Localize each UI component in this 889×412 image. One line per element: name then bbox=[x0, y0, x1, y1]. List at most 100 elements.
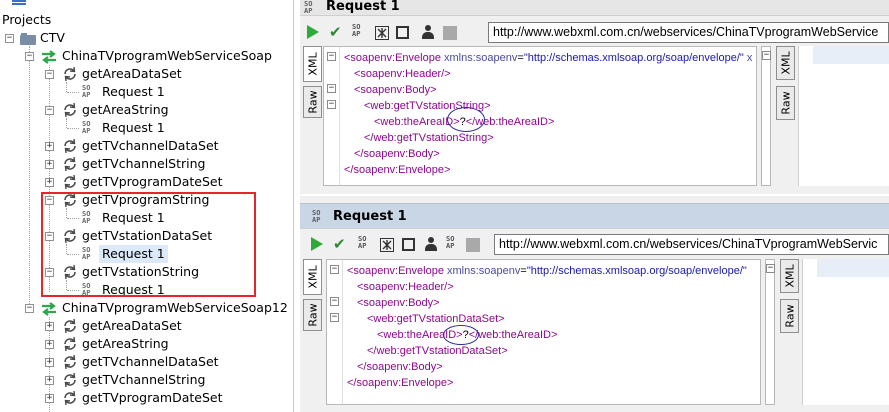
stop-icon[interactable] bbox=[466, 238, 480, 252]
tree-node-request[interactable]: SO AP Request 1 bbox=[0, 281, 290, 299]
tree-node-operation[interactable]: + getTVchannelString bbox=[0, 155, 290, 173]
endpoint-url-field[interactable]: http://www.webxml.com.cn/webservices/Chi… bbox=[494, 234, 889, 255]
tree-node-request[interactable]: SO AP Request 1 bbox=[0, 119, 290, 137]
panel-separator[interactable] bbox=[300, 196, 889, 203]
tree-node-operation[interactable]: − getAreaString bbox=[0, 101, 290, 119]
tree-node-operation[interactable]: + getTVchannelString bbox=[0, 371, 290, 389]
expand-icon[interactable]: + bbox=[45, 142, 54, 151]
user-agent-icon[interactable] bbox=[425, 237, 437, 251]
code-line: </web:getTVstationString> bbox=[364, 132, 494, 144]
operation-refresh-icon bbox=[64, 102, 76, 118]
collapse-icon[interactable]: − bbox=[25, 52, 34, 61]
collapse-icon[interactable]: − bbox=[45, 268, 54, 277]
operation-refresh-icon bbox=[64, 228, 76, 244]
tree-node-project[interactable]: − CTV bbox=[0, 29, 290, 47]
response-editor[interactable] bbox=[802, 259, 889, 405]
stop-icon[interactable] bbox=[443, 26, 457, 40]
tab-raw[interactable]: Raw bbox=[303, 86, 322, 118]
response-tab-raw[interactable]: Raw bbox=[776, 86, 795, 120]
tree-node-request[interactable]: SO AP Request 1 bbox=[0, 245, 290, 263]
create-default-icon[interactable] bbox=[375, 26, 389, 40]
tree-node-interface[interactable]: − ChinaTVprogramWebServiceSoap bbox=[0, 47, 290, 65]
editor-splitter[interactable]: − bbox=[765, 259, 775, 405]
validate-check-icon[interactable]: ✔ bbox=[329, 24, 345, 40]
tree-node-operation[interactable]: + getAreaDataSet bbox=[0, 317, 290, 335]
fold-icon[interactable]: − bbox=[330, 313, 339, 322]
tab-xml[interactable]: XML bbox=[303, 46, 322, 82]
tab-xml[interactable]: XML bbox=[303, 259, 322, 295]
tab-xml-label: XML bbox=[306, 52, 319, 76]
operation-label: getTVstationString bbox=[82, 264, 200, 279]
endpoint-url-field[interactable]: http://www.webxml.com.cn/webservices/Chi… bbox=[488, 22, 889, 43]
tree-node-operation[interactable]: + getTVchannelDataSet bbox=[0, 137, 290, 155]
request-title-bar[interactable]: SO AP Request 1 bbox=[300, 0, 889, 16]
response-tab-raw[interactable]: Raw bbox=[780, 299, 799, 333]
operation-label: getTVchannelDataSet bbox=[82, 354, 219, 369]
soap-icon: SO AP bbox=[312, 209, 321, 224]
expand-icon[interactable]: + bbox=[45, 340, 54, 349]
tree-node-operation[interactable]: − getTVstationDataSet bbox=[0, 227, 290, 245]
code-line: <soapenv:Envelope xmlns:soapenv="http://… bbox=[344, 52, 753, 64]
response-tab-xml[interactable]: XML bbox=[780, 259, 799, 293]
request-editor-2: SO AP Request 1 ✔ SO AP SO AP http://www.we… bbox=[300, 203, 889, 412]
xml-editor[interactable]: − − − <soapenv:Envelope xmlns:soapenv="h… bbox=[326, 259, 761, 405]
fold-icon[interactable]: − bbox=[327, 52, 336, 61]
request-label: Request 1 bbox=[102, 210, 165, 225]
tree-node-operation[interactable]: + getAreaString bbox=[0, 335, 290, 353]
tree-node-operation[interactable]: − getTVstationString bbox=[0, 263, 290, 281]
user-agent-icon[interactable] bbox=[422, 25, 434, 39]
tree-node-request[interactable]: SO AP Request 1 bbox=[0, 209, 290, 227]
response-tab-label: Raw bbox=[779, 91, 792, 115]
submit-request-play-icon[interactable] bbox=[311, 237, 323, 251]
operation-label: getTVprogramDateSet bbox=[82, 174, 223, 189]
collapse-icon[interactable]: − bbox=[25, 304, 34, 313]
collapse-icon[interactable]: − bbox=[45, 196, 54, 205]
request-title-bar[interactable]: SO AP Request 1 bbox=[300, 203, 889, 229]
soap-action-icon[interactable]: SO AP bbox=[352, 24, 368, 40]
collapse-icon[interactable]: − bbox=[45, 106, 54, 115]
fold-icon[interactable]: − bbox=[762, 51, 771, 60]
tree-node-request[interactable]: SO AP Request 1 bbox=[0, 83, 290, 101]
expand-icon[interactable]: + bbox=[45, 322, 54, 331]
tree-node-operation[interactable]: − getAreaDataSet bbox=[0, 65, 290, 83]
expand-icon[interactable]: + bbox=[45, 178, 54, 187]
expand-icon[interactable]: + bbox=[45, 376, 54, 385]
collapse-icon[interactable]: − bbox=[45, 70, 54, 79]
tab-raw[interactable]: Raw bbox=[303, 299, 322, 331]
submit-request-play-icon[interactable] bbox=[307, 25, 319, 39]
collapse-icon[interactable]: − bbox=[45, 232, 54, 241]
create-empty-icon[interactable] bbox=[396, 26, 409, 39]
fold-icon[interactable]: − bbox=[330, 297, 339, 306]
soap-action-icon[interactable]: SO AP bbox=[446, 236, 462, 252]
xml-editor[interactable]: − − − <soapenv:Envelope xmlns:soapenv="h… bbox=[323, 46, 757, 186]
collapse-icon[interactable]: − bbox=[5, 34, 14, 43]
expand-icon[interactable]: + bbox=[45, 394, 54, 403]
tree-node-operation[interactable]: + getTVprogramDateSet bbox=[0, 173, 290, 191]
fold-icon[interactable]: − bbox=[327, 100, 336, 109]
code-line: <soapenv:Body> bbox=[354, 84, 437, 96]
tree-node-interface[interactable]: − ChinaTVprogramWebServiceSoap12 bbox=[0, 299, 290, 317]
request-label: Request 1 bbox=[99, 245, 168, 263]
editor-splitter[interactable]: − bbox=[761, 46, 771, 186]
tree-node-operation[interactable]: − getTVprogramString bbox=[0, 191, 290, 209]
operation-refresh-icon bbox=[64, 192, 76, 208]
response-tab-xml[interactable]: XML bbox=[776, 46, 795, 80]
create-default-icon[interactable] bbox=[380, 238, 394, 252]
create-empty-icon[interactable] bbox=[402, 238, 415, 251]
code-line: </soapenv:Body> bbox=[354, 148, 440, 160]
annotation-circle bbox=[447, 107, 485, 132]
interface-arrows-icon bbox=[42, 50, 56, 64]
tree-node-operation[interactable]: + getTVchannelDataSet bbox=[0, 353, 290, 371]
expand-icon[interactable]: + bbox=[45, 160, 54, 169]
editor-gutter: − − − bbox=[324, 47, 340, 185]
validate-check-icon[interactable]: ✔ bbox=[333, 236, 349, 252]
response-editor[interactable] bbox=[798, 46, 889, 186]
expand-icon[interactable]: + bbox=[45, 358, 54, 367]
fold-icon[interactable]: − bbox=[766, 264, 775, 273]
tree-node-operation[interactable]: + getTVprogramDateSet bbox=[0, 389, 290, 407]
soap-action-icon[interactable]: SO AP bbox=[358, 236, 374, 252]
project-list-icon[interactable] bbox=[12, 0, 26, 6]
fold-icon[interactable]: − bbox=[327, 84, 336, 93]
fold-icon[interactable]: − bbox=[330, 265, 339, 274]
code-line: <web:getTVstationDataSet> bbox=[367, 313, 505, 325]
